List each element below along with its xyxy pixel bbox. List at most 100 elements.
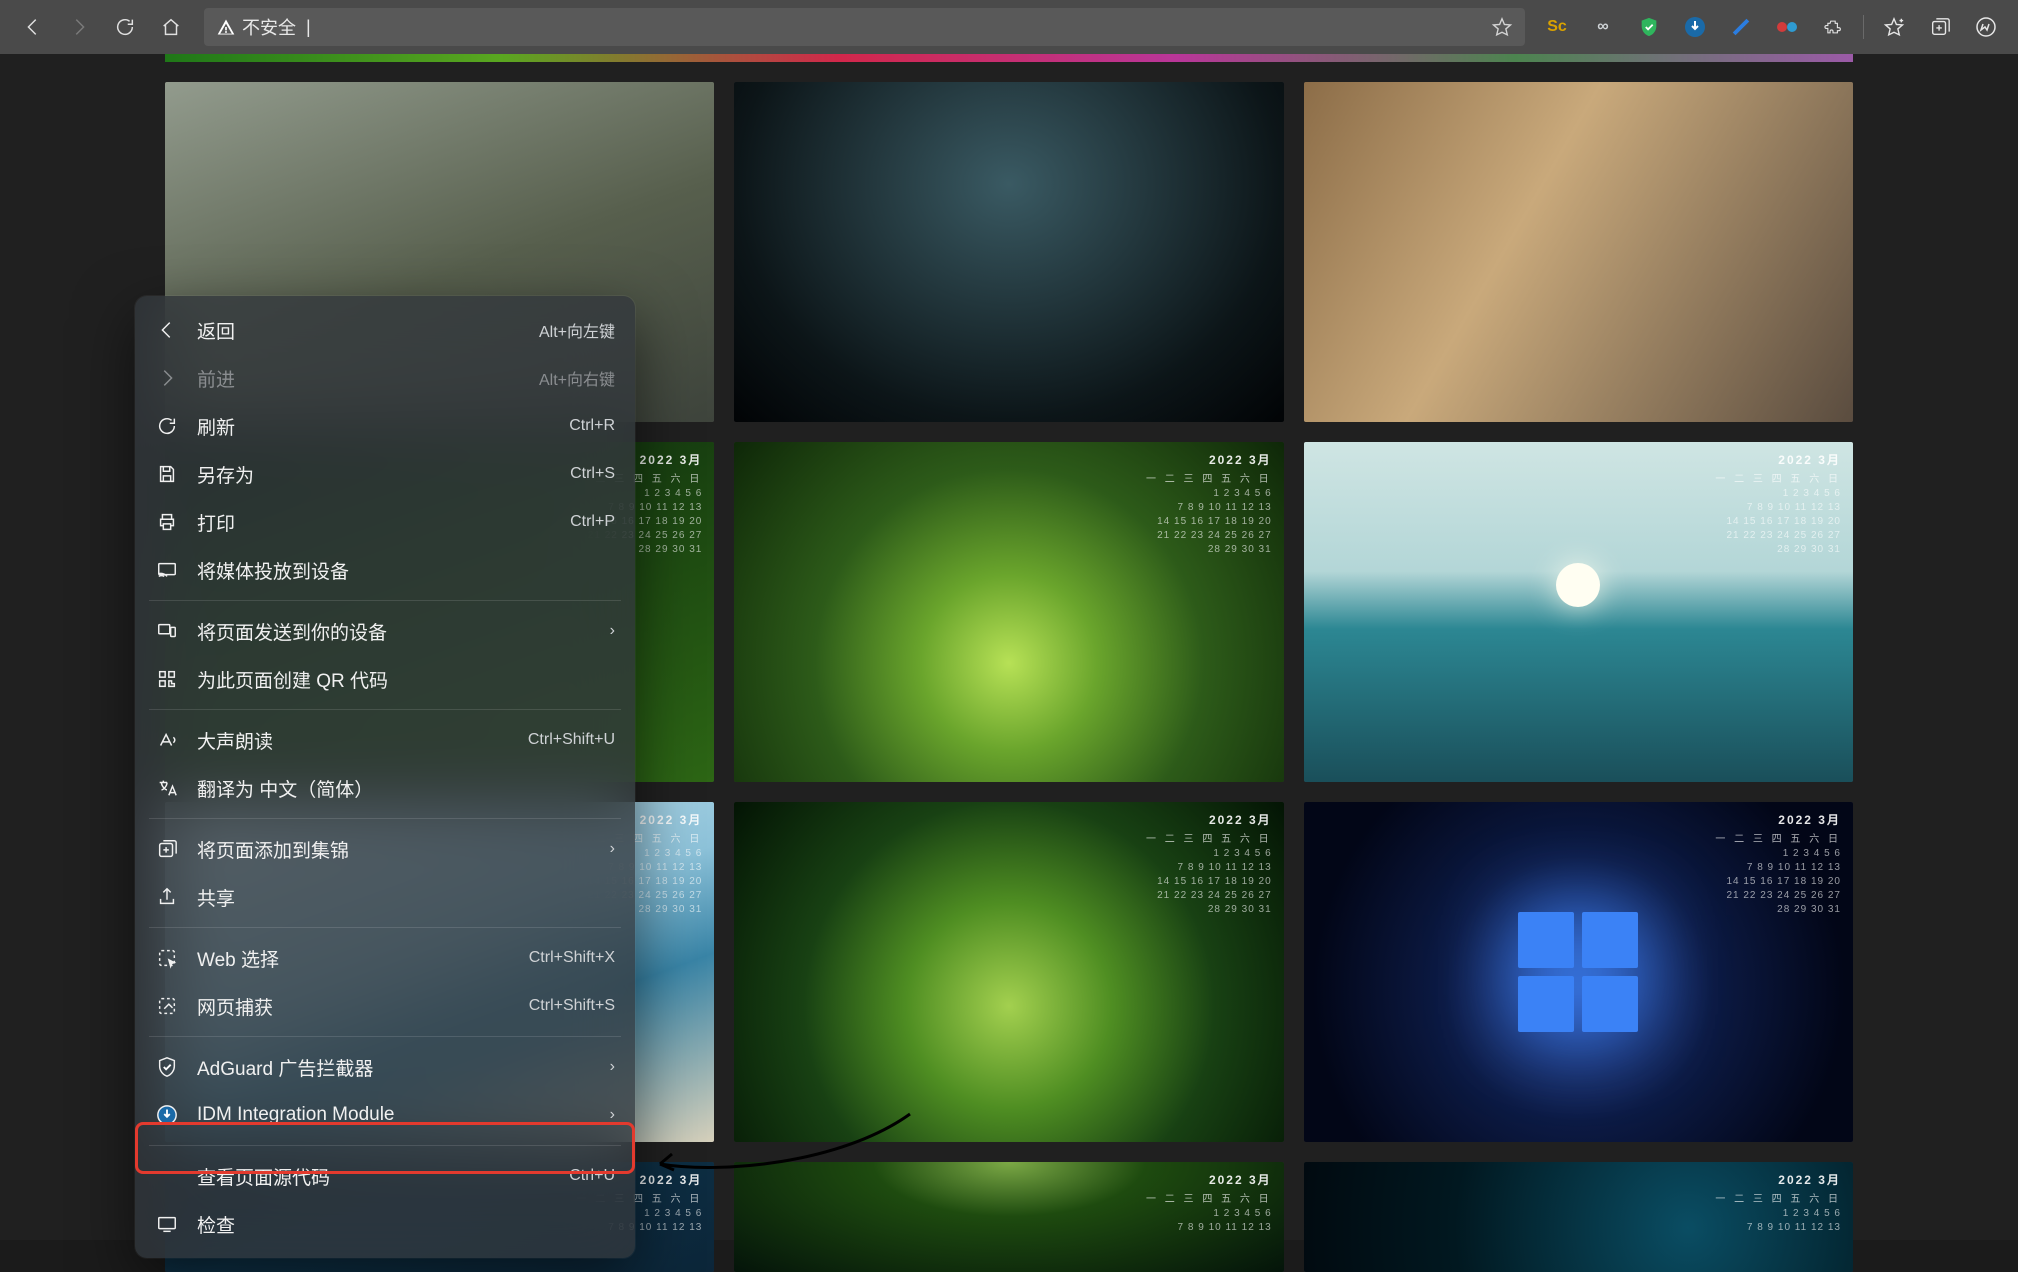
ctx-send-to-device[interactable]: 将页面发送到你的设备 › [135, 607, 635, 655]
back-arrow-icon [155, 318, 179, 342]
save-icon [155, 462, 179, 486]
calendar-overlay: 2022 3月 一 二 三 四 五 六 日 1 2 3 4 5 6 7 8 9 … [1715, 452, 1841, 557]
ctx-label: 查看页面源代码 [197, 1163, 551, 1190]
sun-icon [1556, 563, 1600, 607]
calendar-overlay: 2022 3月一 二 三 四 五 六 日1 2 3 4 5 67 8 9 10 … [1715, 1172, 1841, 1235]
ext-infinity[interactable]: ∞ [1583, 7, 1623, 47]
chevron-right-icon: › [610, 622, 615, 640]
ctx-label: 共享 [197, 884, 615, 911]
browser-toolbar: 不安全 | Sc ∞ [0, 0, 2018, 54]
ext-idm-icon[interactable] [1675, 7, 1715, 47]
ctx-separator [149, 818, 621, 819]
forward-button[interactable] [58, 6, 100, 48]
ctx-shortcut: Alt+向右键 [539, 366, 615, 390]
wallpaper-thumb[interactable]: 2022 3月 一 二 三 四 五 六 日 1 2 3 4 5 6 7 8 9 … [1304, 442, 1853, 782]
wallpaper-thumb[interactable]: 2022 3月 一 二 三 四 五 六 日 1 2 3 4 5 6 7 8 9 … [734, 802, 1283, 1142]
print-icon [155, 510, 179, 534]
windows-logo-icon [1518, 912, 1638, 1032]
read-aloud-icon [155, 728, 179, 752]
ctx-label: 为此页面创建 QR 代码 [197, 666, 615, 693]
ext-goggles-icon[interactable] [1767, 7, 1807, 47]
ctx-forward[interactable]: 前进 Alt+向右键 [135, 354, 635, 402]
ctx-cast[interactable]: 将媒体投放到设备 [135, 546, 635, 594]
ctx-label: IDM Integration Module [197, 1104, 592, 1126]
insecure-label: 不安全 [242, 14, 296, 40]
ctx-shortcut: Ctrl+U [569, 1167, 615, 1185]
favorites-button[interactable] [1874, 7, 1914, 47]
chevron-right-icon: › [610, 1058, 615, 1076]
ctx-add-to-collection[interactable]: 将页面添加到集锦 › [135, 825, 635, 873]
extensions-button[interactable] [1813, 7, 1853, 47]
wallpaper-thumb[interactable]: 2022 3月一 二 三 四 五 六 日1 2 3 4 5 67 8 9 10 … [1304, 1162, 1853, 1272]
favorite-star-icon[interactable] [1491, 16, 1513, 38]
share-icon [155, 885, 179, 909]
ctx-label: 前进 [197, 365, 521, 392]
ctx-print[interactable]: 打印 Ctrl+P [135, 498, 635, 546]
ctx-shortcut: Ctrl+Shift+X [529, 949, 615, 967]
devices-icon [155, 619, 179, 643]
ctx-share[interactable]: 共享 [135, 873, 635, 921]
url-divider: | [306, 17, 311, 38]
calendar-overlay: 2022 3月 一 二 三 四 五 六 日 1 2 3 4 5 6 7 8 9 … [1146, 452, 1272, 557]
blank-icon [155, 1164, 179, 1188]
wallpaper-thumb[interactable] [1304, 82, 1853, 422]
chevron-right-icon: › [610, 840, 615, 858]
insecure-indicator: 不安全 [216, 14, 296, 40]
ctx-label: Web 选择 [197, 945, 511, 972]
address-bar[interactable]: 不安全 | [204, 8, 1525, 46]
ctx-translate[interactable]: 翻译为 中文（简体） [135, 764, 635, 812]
wallpaper-thumb[interactable]: 2022 3月 一 二 三 四 五 六 日 1 2 3 4 5 6 7 8 9 … [1304, 802, 1853, 1142]
collections-button[interactable] [1920, 7, 1960, 47]
chevron-right-icon: › [610, 1106, 615, 1124]
ctx-web-capture[interactable]: 网页捕获 Ctrl+Shift+S [135, 982, 635, 1030]
ext-adguard-shield-icon[interactable] [1629, 7, 1669, 47]
ctx-idm[interactable]: IDM Integration Module › [135, 1091, 635, 1139]
ctx-read-aloud[interactable]: 大声朗读 Ctrl+Shift+U [135, 716, 635, 764]
ctx-separator [149, 709, 621, 710]
web-select-icon [155, 946, 179, 970]
ctx-label: 将页面发送到你的设备 [197, 618, 592, 645]
page-content: 2022 3月 一 二 三 四 五 六 日 1 2 3 4 5 6 7 8 9 … [0, 54, 2018, 1240]
ctx-web-select[interactable]: Web 选择 Ctrl+Shift+X [135, 934, 635, 982]
refresh-button[interactable] [104, 6, 146, 48]
ctx-label: 刷新 [197, 413, 551, 440]
back-button[interactable] [12, 6, 54, 48]
banner-strip [165, 54, 1853, 62]
extensions-row: Sc ∞ [1537, 7, 2006, 47]
ctx-label: 大声朗读 [197, 727, 510, 754]
ext-sc[interactable]: Sc [1537, 7, 1577, 47]
ctx-shortcut: Ctrl+S [570, 465, 615, 483]
ctx-label: 另存为 [197, 461, 552, 488]
ctx-separator [149, 1145, 621, 1146]
wallpaper-thumb[interactable]: 2022 3月 一 二 三 四 五 六 日 1 2 3 4 5 6 7 8 9 … [734, 442, 1283, 782]
cast-icon [155, 558, 179, 582]
ctx-label: 网页捕获 [197, 993, 511, 1020]
copilot-button[interactable] [1966, 7, 2006, 47]
calendar-overlay: 2022 3月 一 二 三 四 五 六 日 1 2 3 4 5 6 7 8 9 … [1146, 812, 1272, 917]
ctx-shortcut: Ctrl+Shift+U [528, 731, 615, 749]
ctx-label: 返回 [197, 317, 521, 344]
ctx-label: 将媒体投放到设备 [197, 557, 615, 584]
ctx-label: AdGuard 广告拦截器 [197, 1054, 592, 1081]
calendar-overlay: 2022 3月一 二 三 四 五 六 日1 2 3 4 5 67 8 9 10 … [1146, 1172, 1272, 1235]
capture-icon [155, 994, 179, 1018]
ctx-refresh[interactable]: 刷新 Ctrl+R [135, 402, 635, 450]
ctx-back[interactable]: 返回 Alt+向左键 [135, 306, 635, 354]
wallpaper-thumb[interactable]: 2022 3月一 二 三 四 五 六 日1 2 3 4 5 67 8 9 10 … [734, 1162, 1283, 1272]
ctx-shortcut: Alt+向左键 [539, 318, 615, 342]
collection-icon [155, 837, 179, 861]
ctx-label: 打印 [197, 509, 552, 536]
ctx-shortcut: Ctrl+P [570, 513, 615, 531]
refresh-icon [155, 414, 179, 438]
ctx-create-qr[interactable]: 为此页面创建 QR 代码 [135, 655, 635, 703]
qr-icon [155, 667, 179, 691]
ext-wing-icon[interactable] [1721, 7, 1761, 47]
ctx-label: 检查 [197, 1211, 615, 1238]
ctx-save-as[interactable]: 另存为 Ctrl+S [135, 450, 635, 498]
ctx-adguard[interactable]: AdGuard 广告拦截器 › [135, 1043, 635, 1091]
ctx-shortcut: Ctrl+Shift+S [529, 997, 615, 1015]
home-button[interactable] [150, 6, 192, 48]
ctx-inspect[interactable]: 检查 [135, 1200, 635, 1248]
wallpaper-thumb[interactable] [734, 82, 1283, 422]
ctx-view-source[interactable]: 查看页面源代码 Ctrl+U [135, 1152, 635, 1200]
